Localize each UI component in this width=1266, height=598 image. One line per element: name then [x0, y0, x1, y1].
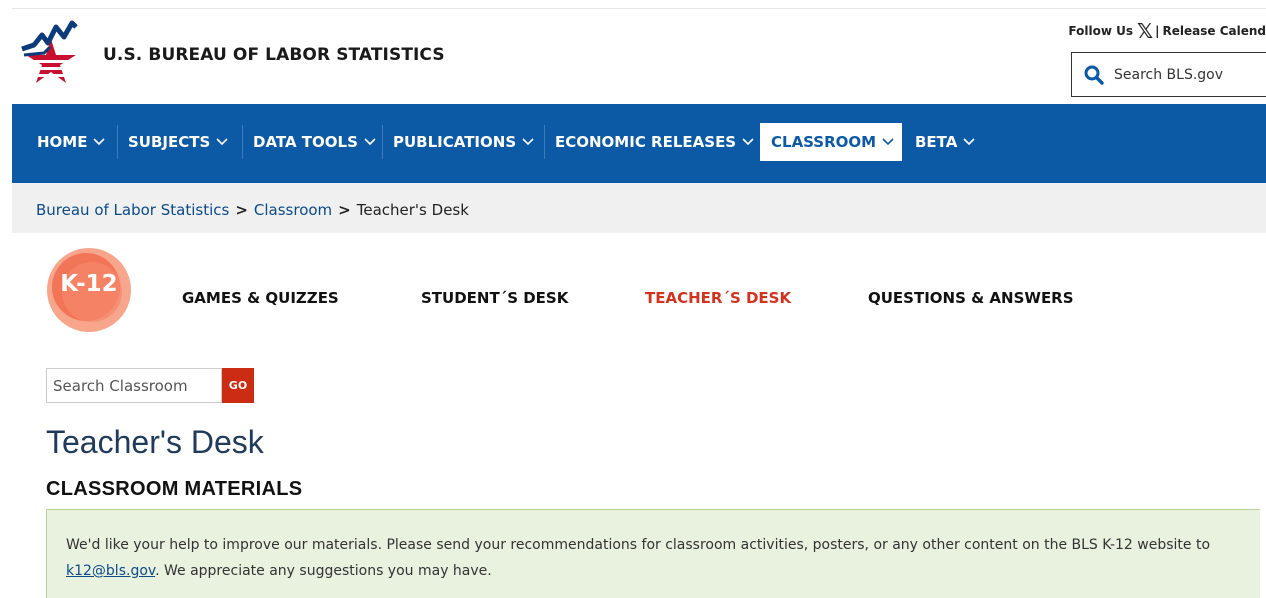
nav-economic-releases-label: ECONOMIC RELEASES	[555, 133, 737, 151]
feedback-notice: We'd like your help to improve our mater…	[46, 509, 1260, 598]
chevron-right-icon: >	[338, 201, 351, 219]
nav-data-tools-label: DATA TOOLS	[253, 133, 358, 151]
breadcrumb: Bureau of Labor Statistics > Classroom >…	[36, 201, 469, 219]
subnav-teachers-desk[interactable]: TEACHER´S DESK	[645, 289, 791, 307]
chevron-right-icon: >	[235, 201, 248, 219]
search-placeholder: Search BLS.gov	[1114, 66, 1224, 83]
breadcrumb-bar: Bureau of Labor Statistics > Classroom >…	[12, 183, 1266, 233]
release-calendar-link[interactable]: Release Calend	[1163, 24, 1266, 38]
nav-classroom[interactable]: CLASSROOM	[760, 123, 903, 161]
breadcrumb-link-bls[interactable]: Bureau of Labor Statistics	[36, 201, 229, 219]
email-link[interactable]: k12@bls.gov	[66, 563, 155, 579]
k12-badge[interactable]: K-12	[46, 247, 132, 333]
site-title[interactable]: U.S. BUREAU OF LABOR STATISTICS	[103, 45, 445, 65]
site-header: U.S. BUREAU OF LABOR STATISTICS Follow U…	[12, 9, 1266, 104]
subnav-students-desk[interactable]: STUDENT´S DESK	[421, 289, 568, 307]
nav-divider	[117, 125, 118, 159]
classroom-search-input[interactable]: Search Classroom	[46, 368, 222, 403]
classroom-search-go-button[interactable]: GO	[222, 368, 254, 403]
site-search-input[interactable]: Search BLS.gov	[1071, 52, 1266, 97]
nav-beta-label: BETA	[915, 133, 958, 151]
chevron-down-icon	[93, 138, 106, 146]
nav-classroom-label: CLASSROOM	[771, 133, 877, 151]
k12-label: K-12	[60, 271, 118, 297]
x-twitter-icon[interactable]: 𝕏	[1137, 21, 1153, 41]
follow-separator: |	[1155, 24, 1160, 38]
chevron-down-icon	[963, 138, 975, 146]
section-title: CLASSROOM MATERIALS	[46, 478, 303, 500]
chevron-down-icon	[522, 138, 534, 146]
nav-economic-releases[interactable]: ECONOMIC RELEASES	[555, 123, 754, 161]
chevron-down-icon	[364, 138, 376, 146]
nav-divider	[382, 125, 383, 159]
breadcrumb-link-classroom[interactable]: Classroom	[254, 201, 332, 219]
notice-text-after: . We appreciate any suggestions you may …	[155, 563, 492, 579]
follow-bar: Follow Us 𝕏 | Release Calend	[1068, 21, 1266, 41]
search-icon[interactable]	[1084, 65, 1104, 85]
chevron-down-icon	[742, 138, 754, 146]
bls-star-logo-icon[interactable]	[20, 15, 82, 93]
nav-publications-label: PUBLICATIONS	[393, 133, 517, 151]
chevron-down-icon	[216, 138, 228, 146]
nav-subjects[interactable]: SUBJECTS	[128, 123, 228, 161]
main-nav: HOME SUBJECTS DATA TOOLS PUBLICATIONS EC…	[12, 104, 1266, 183]
chevron-down-icon	[882, 138, 894, 146]
nav-beta[interactable]: BETA	[915, 123, 975, 161]
nav-divider	[242, 125, 243, 159]
nav-subjects-label: SUBJECTS	[128, 133, 211, 151]
nav-home-label: HOME	[37, 133, 88, 151]
notice-text-before: We'd like your help to improve our mater…	[66, 537, 1211, 553]
follow-us-label: Follow Us	[1068, 24, 1133, 38]
nav-home[interactable]: HOME	[37, 123, 106, 161]
page-title: Teacher's Desk	[46, 424, 264, 460]
subnav-questions-answers[interactable]: QUESTIONS & ANSWERS	[868, 289, 1074, 307]
nav-data-tools[interactable]: DATA TOOLS	[253, 123, 376, 161]
nav-divider	[544, 125, 545, 159]
nav-publications[interactable]: PUBLICATIONS	[393, 123, 534, 161]
breadcrumb-current: Teacher's Desk	[356, 201, 469, 219]
subnav-games-quizzes[interactable]: GAMES & QUIZZES	[182, 289, 339, 307]
